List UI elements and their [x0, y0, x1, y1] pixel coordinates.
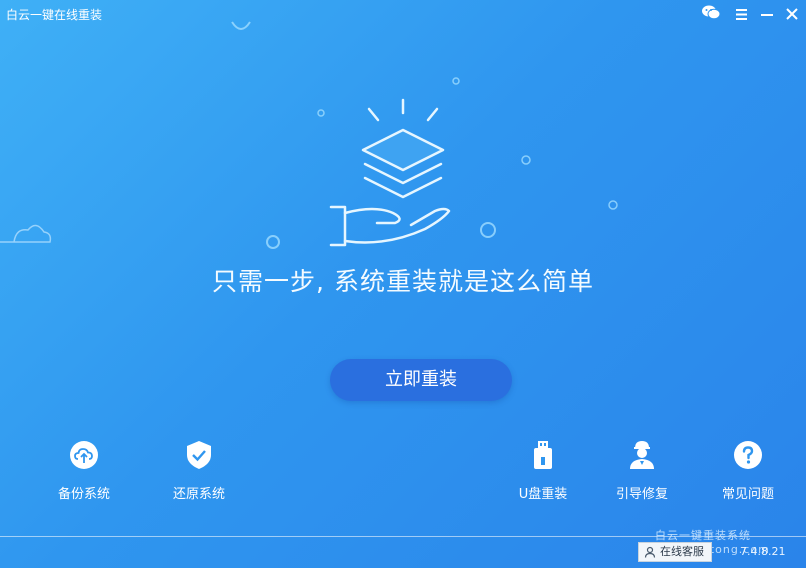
usb-drive-icon [534, 441, 552, 469]
hero-tagline: 只需一步, 系统重装就是这么简单 [212, 267, 594, 296]
shield-check-icon [187, 441, 211, 469]
faq-button[interactable]: 常见问题 [703, 440, 793, 502]
layers-hand-illustration [329, 98, 451, 247]
user-icon [644, 546, 656, 558]
question-icon [734, 441, 762, 469]
backup-system-button[interactable]: 备份系统 [39, 440, 129, 502]
technician-icon [630, 441, 654, 469]
restore-system-button[interactable]: 还原系统 [154, 440, 244, 502]
boot-repair-label: 引导修复 [615, 487, 668, 502]
backup-system-label: 备份系统 [57, 487, 110, 502]
cloud-upload-icon [70, 441, 98, 469]
version-text: 7.4.8.21 [740, 545, 786, 558]
faq-label: 常见问题 [721, 487, 774, 502]
boot-repair-button[interactable]: 引导修复 [597, 440, 687, 502]
usb-reinstall-label: U盘重装 [518, 487, 568, 502]
reinstall-now-button[interactable]: 立即重装 [330, 359, 512, 401]
online-support-button[interactable]: 在线客服 [638, 542, 712, 562]
restore-system-label: 还原系统 [172, 487, 225, 502]
usb-reinstall-button[interactable]: U盘重装 [498, 440, 588, 502]
online-support-label: 在线客服 [660, 545, 704, 558]
